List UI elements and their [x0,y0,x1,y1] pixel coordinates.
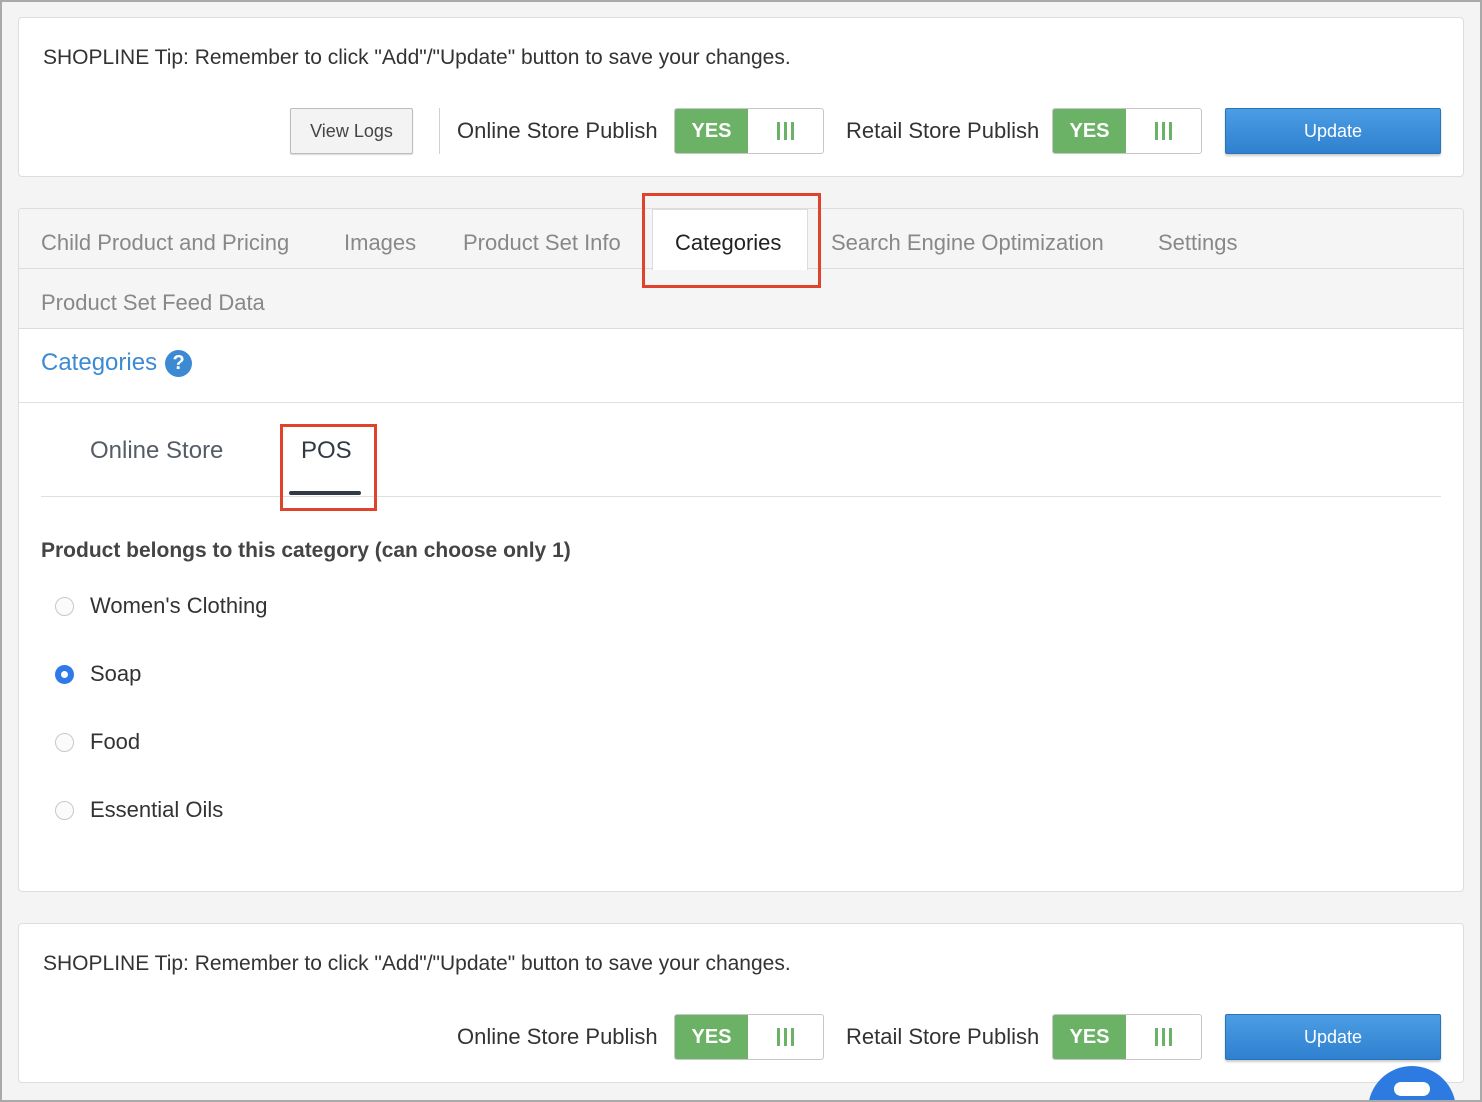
online-store-publish-toggle[interactable]: YES [674,1014,824,1060]
radio-button[interactable] [55,800,74,820]
radio-label: Soap [90,661,142,686]
radio-button-checked[interactable] [55,664,74,684]
highlight-pos-subtab [280,424,377,511]
highlight-categories-tab [642,193,821,288]
toggle-yes-label: YES [675,109,748,153]
toggle-yes-label: YES [1053,109,1126,153]
toggle-yes-label: YES [675,1015,748,1059]
tab-search-engine-optimization[interactable]: Search Engine Optimization [831,228,1104,258]
retail-store-publish-toggle[interactable]: YES [1052,1014,1202,1060]
tip-text: SHOPLINE Tip: Remember to click "Add"/"U… [43,952,791,975]
top-action-bar: SHOPLINE Tip: Remember to click "Add"/"U… [18,17,1464,177]
toggle-grip-icon [748,109,823,153]
radio-option-soap[interactable]: Soap [55,661,141,687]
product-editor-panel: Child Product and Pricing Images Product… [18,208,1464,892]
toggle-grip-icon [1126,1015,1201,1059]
online-store-publish-label: Online Store Publish [457,118,658,143]
retail-store-publish-label: Retail Store Publish [846,1024,1040,1049]
radio-button[interactable] [55,596,74,616]
tab-product-set-feed-data[interactable]: Product Set Feed Data [41,288,265,318]
toggle-yes-label: YES [1053,1015,1126,1059]
subtab-divider [41,496,1441,497]
online-store-publish-toggle[interactable]: YES [674,108,824,154]
retail-store-publish-toggle[interactable]: YES [1052,108,1202,154]
tab-settings[interactable]: Settings [1158,228,1238,258]
section-title: Categories ? [41,349,193,377]
radio-button[interactable] [55,732,74,752]
update-button[interactable]: Update [1225,108,1441,154]
toggle-grip-icon [748,1015,823,1059]
section-title-text: Categories [41,349,158,376]
tab-images[interactable]: Images [344,228,416,258]
toggle-grip-icon [1126,109,1201,153]
tab-product-set-info[interactable]: Product Set Info [463,228,621,258]
retail-store-publish-label: Retail Store Publish [846,118,1040,143]
bottom-action-bar: SHOPLINE Tip: Remember to click "Add"/"U… [18,923,1464,1083]
radio-option-essential-oils[interactable]: Essential Oils [55,797,223,823]
section-divider [19,402,1463,403]
help-icon[interactable]: ? [165,349,193,377]
update-button[interactable]: Update [1225,1014,1441,1060]
online-store-publish-label: Online Store Publish [457,1024,658,1049]
category-question-label: Product belongs to this category (can ch… [41,539,571,562]
radio-label: Women's Clothing [90,593,268,618]
tab-child-product-and-pricing[interactable]: Child Product and Pricing [41,228,289,258]
radio-option-food[interactable]: Food [55,729,140,755]
tip-text: SHOPLINE Tip: Remember to click "Add"/"U… [43,46,791,69]
radio-label: Food [90,729,141,754]
radio-option-womens-clothing[interactable]: Women's Clothing [55,593,267,619]
radio-label: Essential Oils [90,797,224,822]
subtab-online-store[interactable]: Online Store [90,437,223,465]
divider [439,108,440,154]
view-logs-button[interactable]: View Logs [290,108,413,154]
